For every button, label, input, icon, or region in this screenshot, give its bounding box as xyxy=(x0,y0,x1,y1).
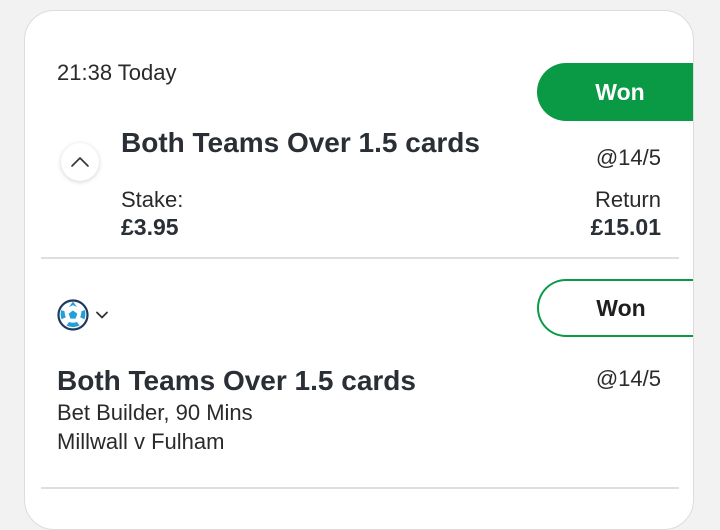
chevron-down-icon xyxy=(96,311,108,319)
leg-status-badge: Won xyxy=(537,279,693,337)
leg-odds: @14/5 xyxy=(595,366,661,391)
divider xyxy=(41,487,679,489)
divider xyxy=(41,257,679,259)
bet-selection-title: Both Teams Over 1.5 cards xyxy=(121,127,480,158)
return-value: £15.01 xyxy=(590,214,661,240)
leg-event: Millwall v Fulham xyxy=(57,429,225,454)
leg-expand-toggle[interactable] xyxy=(57,299,109,331)
leg-market: Bet Builder, 90 Mins xyxy=(57,400,253,425)
bet-odds: @14/5 xyxy=(595,145,661,170)
stake-value: £3.95 xyxy=(121,214,179,240)
stake-label: Stake: xyxy=(121,187,184,212)
return-label: Return xyxy=(594,187,661,212)
bet-card: 21:38 Today Won Both Teams Over 1.5 card… xyxy=(24,10,694,530)
leg-selection-title: Both Teams Over 1.5 cards xyxy=(57,365,416,396)
bet-time: 21:38 Today xyxy=(57,60,177,85)
bet-status-badge: Won xyxy=(537,63,693,121)
chevron-up-icon xyxy=(71,157,89,167)
collapse-button[interactable] xyxy=(61,143,99,181)
football-icon xyxy=(57,299,89,331)
